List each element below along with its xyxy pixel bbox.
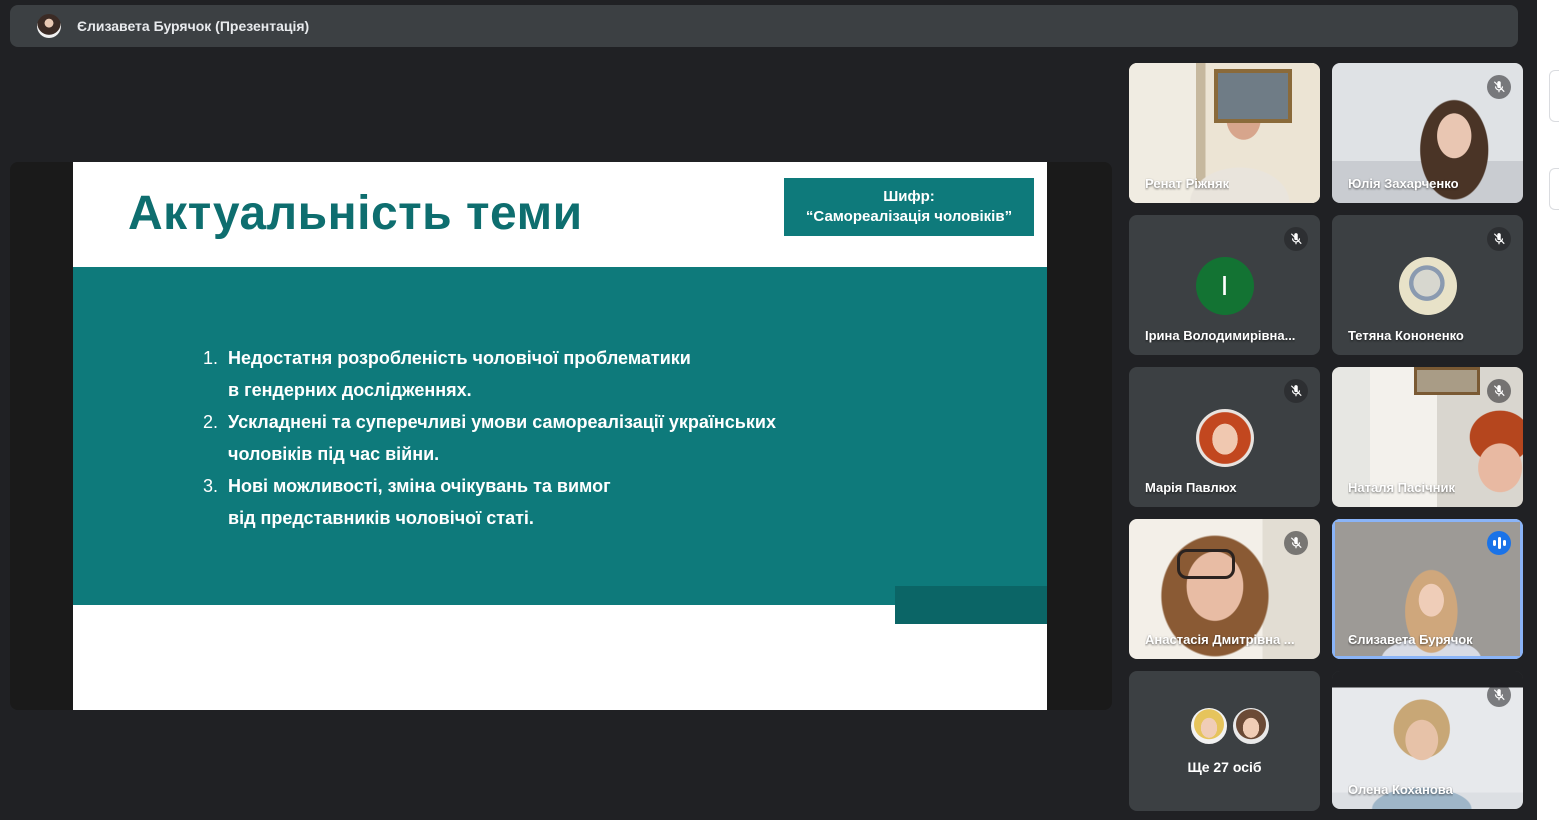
participant-name: Анастасія Дмитрівна ... — [1145, 632, 1295, 647]
participant-avatar — [1195, 409, 1254, 467]
slide-point-number: 1. — [203, 348, 219, 368]
slide-point: 3. Нові можливості, зміна очікувань та в… — [203, 470, 776, 534]
participant-tile[interactable]: Ренат Ріжняк — [1129, 63, 1320, 203]
mic-off-icon — [1487, 379, 1511, 403]
participant-name: Марія Павлюх — [1145, 480, 1237, 495]
participant-name: Тетяна Кононенко — [1348, 328, 1464, 343]
mic-off-icon — [1487, 683, 1511, 707]
participant-tile[interactable]: Олена Коханова — [1332, 671, 1523, 809]
mic-off-icon — [1284, 531, 1308, 555]
mic-off-icon — [1284, 379, 1308, 403]
presenter-avatar — [37, 14, 61, 38]
participant-initial-avatar: І — [1195, 257, 1254, 315]
slide-point-text: Ускладнені та суперечливі умови самореал… — [228, 412, 776, 464]
participant-avatar — [1189, 706, 1229, 746]
slide-point: 2. Ускладнені та суперечливі умови самор… — [203, 406, 776, 470]
presentation-stage[interactable]: Актуальність теми Шифр: “Самореалізація … — [10, 162, 1112, 710]
participant-tile[interactable]: Анастасія Дмитрівна ... — [1129, 519, 1320, 659]
slide-point: 1. Недостатня розробленість чоловічої пр… — [203, 342, 776, 406]
participant-name: Юлія Захарченко — [1348, 176, 1459, 191]
mic-off-icon — [1284, 227, 1308, 251]
mic-off-icon — [1487, 75, 1511, 99]
wall-picture — [1414, 367, 1480, 395]
participant-tile-active[interactable]: Єлизавета Бурячок — [1332, 519, 1523, 659]
participant-name: Наталя Пасічник — [1348, 480, 1455, 495]
cipher-value: “Самореалізація чоловіків” — [805, 208, 1013, 225]
participant-name: Ренат Ріжняк — [1145, 176, 1230, 191]
wall-picture — [1214, 69, 1292, 123]
meeting-screen: Єлизавета Бурячок (Презентація) Актуальн… — [0, 0, 1559, 820]
slide-point-number: 3. — [203, 476, 219, 496]
glasses — [1177, 549, 1235, 579]
more-participants-avatars — [1189, 706, 1271, 746]
side-panel-edge — [1537, 0, 1559, 820]
slide-points-list: 1. Недостатня розробленість чоловічої пр… — [203, 342, 776, 534]
more-participants-tile[interactable]: Ще 27 осіб — [1129, 671, 1320, 811]
participant-tile[interactable]: Наталя Пасічник — [1332, 367, 1523, 507]
slide-teal-accent — [895, 586, 1047, 624]
participant-name: Єлизавета Бурячок — [1348, 632, 1473, 647]
side-panel-tab[interactable] — [1549, 168, 1559, 210]
participant-tile[interactable]: Марія Павлюх — [1129, 367, 1320, 507]
more-participants-label: Ще 27 осіб — [1187, 759, 1262, 775]
presenter-title: Єлизавета Бурячок (Презентація) — [77, 18, 310, 34]
mic-off-icon — [1487, 227, 1511, 251]
participant-name: Олена Коханова — [1348, 782, 1453, 797]
slide-point-text: Нові можливості, зміна очікувань та вимо… — [228, 476, 611, 528]
participant-avatar — [1398, 257, 1457, 315]
participant-avatar — [1231, 706, 1271, 746]
slide: Актуальність теми Шифр: “Самореалізація … — [73, 162, 1047, 710]
participant-tile[interactable]: Тетяна Кононенко — [1332, 215, 1523, 355]
audio-level-icon — [1487, 531, 1511, 555]
cipher-box: Шифр: “Самореалізація чоловіків” — [784, 178, 1034, 236]
participant-tile[interactable]: І Ірина Володимирівна... — [1129, 215, 1320, 355]
participant-tile[interactable]: Юлія Захарченко — [1332, 63, 1523, 203]
slide-point-text: Недостатня розробленість чоловічої пробл… — [228, 348, 691, 400]
slide-point-number: 2. — [203, 412, 219, 432]
participant-initial: І — [1220, 270, 1229, 301]
participant-name: Ірина Володимирівна... — [1145, 328, 1296, 343]
presenter-bar[interactable]: Єлизавета Бурячок (Презентація) — [10, 5, 1518, 47]
side-panel-tab[interactable] — [1549, 70, 1559, 122]
slide-title: Актуальність теми — [128, 187, 583, 240]
cipher-label: Шифр: — [883, 188, 935, 205]
